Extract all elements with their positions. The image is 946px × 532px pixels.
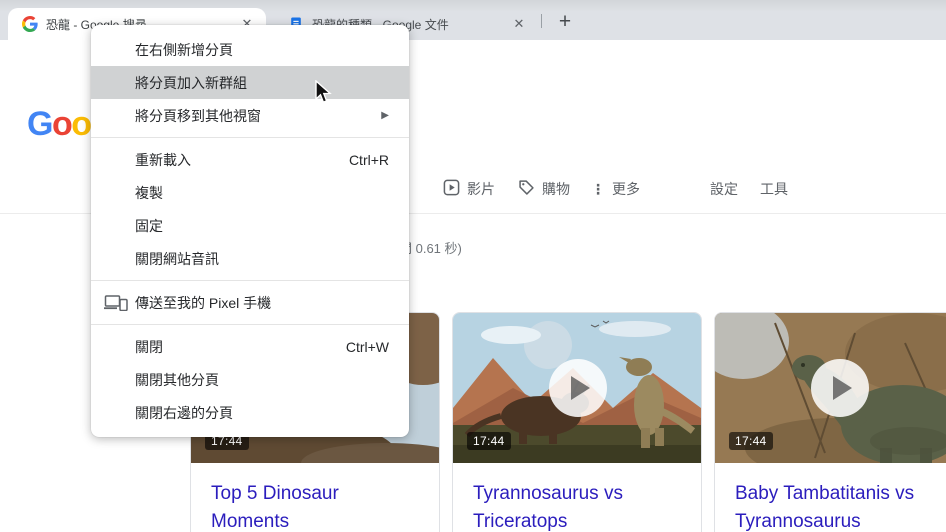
new-tab-button[interactable]: +: [552, 9, 578, 35]
menu-item-move-tab-to-window[interactable]: 將分頁移到其他視窗▶: [91, 99, 409, 132]
menu-separator: [91, 137, 409, 138]
tab-strip-divider: [541, 14, 542, 28]
shortcut-label: Ctrl+W: [346, 339, 389, 355]
submenu-arrow-icon: ▶: [381, 110, 389, 121]
menu-item-duplicate[interactable]: 複製: [91, 176, 409, 209]
play-icon: [833, 376, 852, 400]
nav-tools[interactable]: 工具: [760, 179, 788, 199]
nav-label: 購物: [542, 179, 570, 199]
video-title[interactable]: Top 5 Dinosaur Moments: [211, 480, 411, 532]
menu-item-pin[interactable]: 固定: [91, 209, 409, 242]
play-icon: [571, 376, 590, 400]
video-thumbnail[interactable]: 17:44: [453, 313, 701, 463]
nav-label: 影片: [467, 179, 495, 199]
devices-icon: [104, 295, 128, 314]
shortcut-label: Ctrl+R: [349, 152, 389, 168]
menu-separator: [91, 324, 409, 325]
menu-separator: [91, 280, 409, 281]
nav-shopping[interactable]: 購物: [518, 179, 570, 199]
video-duration: 17:44: [729, 432, 773, 450]
video-thumbnail[interactable]: 17:44: [715, 313, 946, 463]
nav-settings[interactable]: 設定: [710, 179, 738, 199]
nav-label: 更多: [612, 179, 640, 199]
nav-videos[interactable]: 影片: [443, 179, 495, 199]
menu-item-close[interactable]: 關閉Ctrl+W: [91, 330, 409, 363]
tab-context-menu: 在右側新增分頁 將分頁加入新群組 將分頁移到其他視窗▶ 重新載入Ctrl+R 複…: [91, 25, 409, 437]
nav-label: 工具: [760, 179, 788, 199]
menu-item-send-to-pixel[interactable]: 傳送至我的 Pixel 手機: [91, 286, 409, 319]
play-button[interactable]: [811, 359, 869, 417]
menu-item-add-tab-to-group[interactable]: 將分頁加入新群組: [91, 66, 409, 99]
video-title[interactable]: Baby Tambatitanis vs Tyrannosaurus: [735, 480, 935, 532]
more-dots-icon: ⋮: [591, 181, 605, 198]
browser-window: 恐龍 - Google 搜尋 ✕ 恐龍的種類 - Google 文件 ✕ + q…: [0, 0, 946, 532]
play-button[interactable]: [549, 359, 607, 417]
menu-item-close-tabs-to-right[interactable]: 關閉右邊的分頁: [91, 396, 409, 429]
mouse-cursor: [313, 80, 337, 111]
video-card[interactable]: 17:44 Tyrannosaurus vs Triceratops: [452, 312, 702, 532]
menu-item-mute-site[interactable]: 關閉網站音訊: [91, 242, 409, 275]
video-icon: [443, 179, 460, 199]
google-favicon-icon: [22, 16, 38, 32]
menu-item-reload[interactable]: 重新載入Ctrl+R: [91, 143, 409, 176]
nav-label: 設定: [710, 179, 738, 199]
nav-more[interactable]: ⋮ 更多: [591, 179, 640, 199]
video-card[interactable]: 17:44 Baby Tambatitanis vs Tyrannosaurus: [714, 312, 946, 532]
video-duration: 17:44: [467, 432, 511, 450]
menu-item-new-tab-right[interactable]: 在右側新增分頁: [91, 33, 409, 66]
menu-item-close-other-tabs[interactable]: 關閉其他分頁: [91, 363, 409, 396]
video-title[interactable]: Tyrannosaurus vs Triceratops: [473, 480, 673, 532]
tag-icon: [518, 179, 535, 199]
close-tab-icon[interactable]: ✕: [510, 15, 528, 33]
